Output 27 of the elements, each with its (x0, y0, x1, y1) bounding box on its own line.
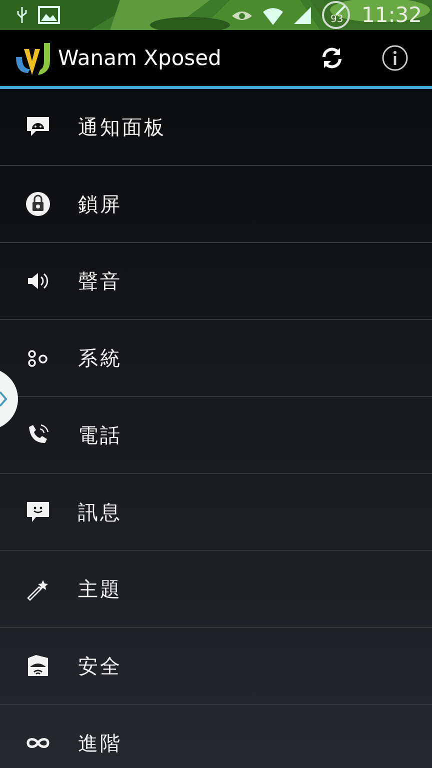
image-icon (38, 6, 60, 24)
refresh-icon (320, 46, 344, 70)
padlock-icon (26, 192, 50, 216)
speaker-icon (27, 272, 49, 290)
menu-item[interactable]: 進階 (78, 730, 122, 756)
menu-item[interactable]: 安全 (78, 652, 122, 680)
menu-item[interactable]: 通知面板 (78, 114, 166, 140)
menu-item[interactable]: 電話 (78, 422, 122, 448)
shield-wifi-icon (26, 654, 50, 678)
chevron-icon (0, 390, 8, 408)
infinity-icon (25, 736, 51, 750)
wifi-icon (263, 5, 284, 25)
menu-item[interactable]: 主題 (78, 576, 122, 602)
battery-gauge: 93 (321, 1, 352, 29)
info-icon (382, 45, 408, 71)
usb-icon (16, 6, 28, 24)
menu-item[interactable]: 聲音 (78, 268, 122, 294)
clock-time: 11:32 (361, 3, 422, 27)
menu-item[interactable]: 系統 (78, 344, 122, 372)
signal-icon (293, 6, 312, 24)
app-title: Wanam Xposed (58, 46, 222, 70)
menu-item[interactable]: 訊息 (78, 498, 122, 526)
app-logo-icon (14, 41, 52, 75)
smiley-message-icon (26, 501, 50, 523)
android-chat-icon (26, 116, 50, 138)
menu-item[interactable]: 鎖屏 (78, 190, 122, 218)
gears-icon (26, 348, 50, 368)
